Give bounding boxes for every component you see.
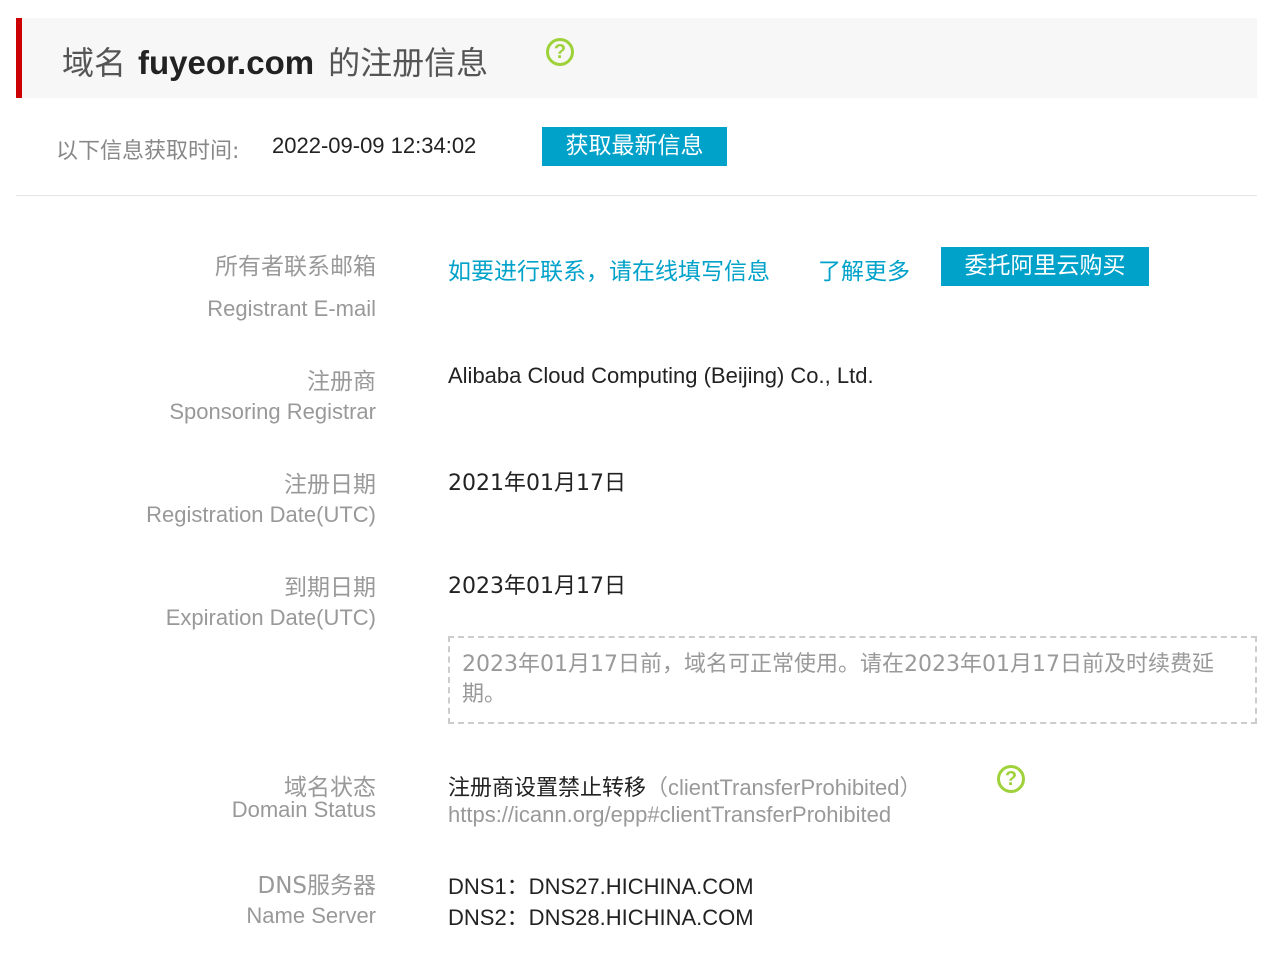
domain-status-code: （clientTransferProhibited）	[646, 775, 922, 800]
contact-online-link[interactable]: 如要进行联系，请在线填写信息	[448, 252, 770, 286]
divider	[16, 195, 1257, 196]
dns2-value: DNS2：DNS28.HICHINA.COM	[448, 905, 754, 930]
email-label-zh: 所有者联系邮箱	[215, 254, 376, 280]
entrust-aliyun-buy-button[interactable]: 委托阿里云购买	[941, 247, 1149, 286]
domain-status-label-en: Domain Status	[231, 797, 376, 822]
domain-status-zh: 注册商设置禁止转移	[448, 776, 647, 801]
learn-more-link[interactable]: 了解更多	[818, 252, 910, 286]
registration-date-label-zh: 注册日期	[284, 472, 376, 498]
dns1-value: DNS1：DNS27.HICHINA.COM	[448, 874, 754, 899]
registration-date-label-en: Registration Date(UTC)	[146, 502, 376, 527]
fetch-time-label: 以下信息获取时间:	[56, 139, 240, 164]
page-header: 域名 fuyeor.com 的注册信息 ?	[16, 18, 1257, 98]
domain-status-url[interactable]: https://icann.org/epp#clientTransferProh…	[448, 802, 891, 828]
title-prefix: 域名	[62, 44, 127, 82]
question-circle-icon[interactable]: ?	[546, 38, 574, 66]
registrar-value: Alibaba Cloud Computing (Beijing) Co., L…	[448, 363, 874, 388]
expiration-date-label-zh: 到期日期	[284, 575, 376, 601]
fetch-time-value: 2022-09-09 12:34:02	[272, 133, 477, 158]
question-circle-icon[interactable]: ?	[997, 765, 1025, 793]
title-suffix: 的注册信息	[328, 44, 489, 82]
expiration-notice: 2023年01月17日前，域名可正常使用。请在2023年01月17日前及时续费延…	[448, 636, 1257, 724]
email-label-en: Registrant E-mail	[207, 296, 376, 321]
domain-status-value: 注册商设置禁止转移（clientTransferProhibited）	[448, 770, 922, 802]
expiration-date-label-en: Expiration Date(UTC)	[165, 605, 376, 630]
registrar-label-zh: 注册商	[307, 369, 376, 395]
registration-date-value: 2021年01月17日	[448, 471, 626, 496]
expiration-date-value: 2023年01月17日	[448, 574, 626, 599]
dns-label-en: Name Server	[246, 903, 376, 928]
dns-label-zh: DNS服务器	[257, 873, 376, 899]
page-title: 域名 fuyeor.com 的注册信息	[62, 38, 488, 84]
refresh-info-button[interactable]: 获取最新信息	[542, 127, 727, 166]
domain-name: fuyeor.com	[138, 44, 315, 81]
registrar-label-en: Sponsoring Registrar	[169, 399, 376, 424]
